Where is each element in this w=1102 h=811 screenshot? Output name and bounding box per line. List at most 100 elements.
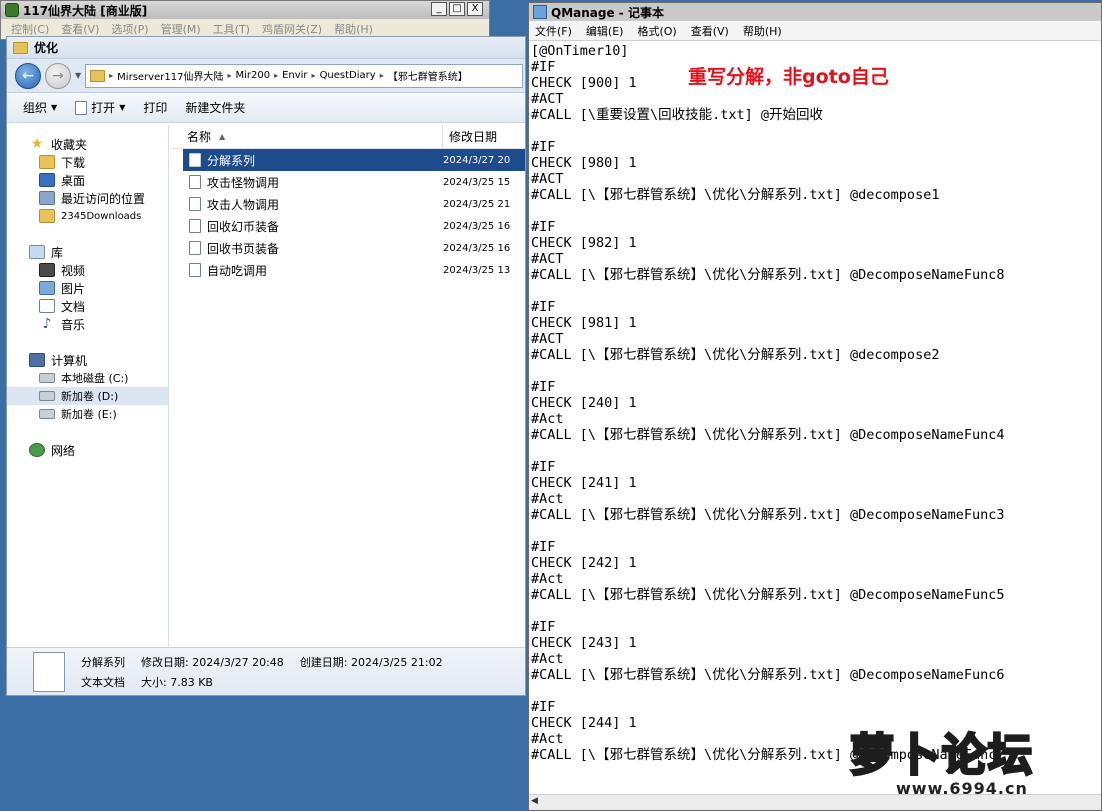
- text-line: #IF: [531, 699, 556, 715]
- nav-recent[interactable]: 最近访问的位置: [7, 189, 168, 207]
- breadcrumb-item[interactable]: 【邪七群管系统】: [388, 68, 468, 83]
- forward-button[interactable]: →: [45, 62, 71, 89]
- explorer-toolbar: 组织 ▼ 打开 ▼ 打印 新建文件夹: [7, 93, 525, 123]
- nav-drive-c[interactable]: 本地磁盘 (C:): [7, 369, 168, 387]
- text-line: #IF: [531, 219, 556, 235]
- nav-network[interactable]: 网络: [7, 441, 168, 459]
- new-folder-button[interactable]: 新建文件夹: [185, 99, 245, 116]
- nav-drive-e[interactable]: 新加卷 (E:): [7, 405, 168, 423]
- text-file-icon: [189, 241, 201, 255]
- menu-edit[interactable]: 编辑(E): [586, 23, 624, 39]
- text-line: #IF: [531, 459, 556, 475]
- nav-pictures[interactable]: 图片: [7, 279, 168, 297]
- notepad-titlebar[interactable]: QManage - 记事本: [529, 3, 1101, 21]
- chevron-down-icon: ▼: [119, 103, 126, 112]
- notepad-text-area[interactable]: [@OnTimer10] #IF CHECK [900] 1 #ACT #CALL [\…: [531, 43, 1101, 793]
- file-row[interactable]: 自动吃调用 2024/3/25 13: [183, 259, 525, 281]
- breadcrumb-item[interactable]: Mirserver117仙界大陆: [117, 68, 223, 83]
- nav-drive-d[interactable]: 新加卷 (D:): [7, 387, 168, 405]
- menu-tools[interactable]: 工具(T): [213, 21, 250, 37]
- nav-desktop[interactable]: 桌面: [7, 171, 168, 189]
- back-button[interactable]: ←: [15, 62, 41, 89]
- file-row[interactable]: 攻击人物调用 2024/3/25 21: [183, 193, 525, 215]
- text-line: #Act: [531, 571, 564, 587]
- star-icon: ★: [30, 136, 44, 152]
- file-row[interactable]: 回收书页装备 2024/3/25 16: [183, 237, 525, 259]
- maximize-button[interactable]: □: [449, 2, 465, 16]
- chevron-down-icon[interactable]: ▼: [75, 71, 81, 80]
- close-button[interactable]: X: [467, 2, 483, 16]
- nav-label: 下载: [61, 155, 86, 170]
- nav-2345downloads[interactable]: 2345Downloads: [7, 207, 168, 225]
- minimize-button[interactable]: _: [431, 2, 447, 16]
- menu-file[interactable]: 文件(F): [535, 23, 572, 39]
- nav-label: 收藏夹: [51, 137, 88, 152]
- nav-label: 网络: [51, 443, 76, 458]
- explorer-titlebar[interactable]: 优化: [7, 37, 525, 59]
- nav-computer[interactable]: 计算机: [7, 351, 168, 369]
- file-list-header: 名称 ▲ 修改日期: [171, 125, 525, 149]
- organize-button[interactable]: 组织 ▼: [23, 99, 57, 116]
- nav-videos[interactable]: 视频: [7, 261, 168, 279]
- nav-library[interactable]: 库: [7, 243, 168, 261]
- column-label: 名称: [187, 130, 212, 144]
- file-row[interactable]: 分解系列 2024/3/27 20: [183, 149, 525, 171]
- nav-music[interactable]: ♪ 音乐: [7, 315, 168, 333]
- text-line: [531, 203, 1101, 219]
- nav-label: 新加卷 (D:): [61, 390, 119, 403]
- text-line: CHECK [241] 1: [531, 475, 637, 491]
- folder-icon: [90, 69, 106, 82]
- nav-downloads[interactable]: 下载: [7, 153, 168, 171]
- breadcrumb-item[interactable]: Mir200: [235, 70, 270, 81]
- drive-icon: [39, 409, 55, 419]
- file-date: 2024/3/25 15: [443, 176, 511, 188]
- breadcrumb-item[interactable]: QuestDiary: [320, 70, 376, 81]
- game-titlebar[interactable]: 117仙界大陆 [商业版] _ □ X: [1, 1, 489, 19]
- file-name: 回收幻币装备: [207, 219, 280, 234]
- column-header-name[interactable]: 名称 ▲: [171, 125, 443, 148]
- document-icon: [39, 299, 55, 313]
- menu-options[interactable]: 选项(P): [111, 21, 148, 37]
- nav-label: 本地磁盘 (C:): [61, 372, 129, 385]
- document-icon: [75, 100, 88, 115]
- text-file-icon: [33, 651, 65, 692]
- text-line: #IF: [531, 139, 556, 155]
- game-window: 117仙界大陆 [商业版] _ □ X 控制(C) 查看(V) 选项(P) 管理…: [0, 0, 490, 40]
- menu-view[interactable]: 查看(V): [61, 21, 99, 37]
- nav-label: 计算机: [51, 353, 88, 368]
- menu-gateway[interactable]: 鸡盾网关(Z): [262, 21, 322, 37]
- menu-view[interactable]: 查看(V): [691, 23, 729, 39]
- menu-help[interactable]: 帮助(H): [743, 23, 782, 39]
- nav-favorites[interactable]: ★ 收藏夹: [7, 135, 168, 153]
- text-line: #CALL [\【邪七群管系统】\优化\分解系列.txt] @Decompose…: [531, 427, 1005, 443]
- text-line: #ACT: [531, 251, 564, 267]
- column-header-date[interactable]: 修改日期: [443, 125, 525, 148]
- file-row[interactable]: 攻击怪物调用 2024/3/25 15: [183, 171, 525, 193]
- menu-format[interactable]: 格式(O): [637, 23, 676, 39]
- menu-control[interactable]: 控制(C): [11, 21, 49, 37]
- folder-icon: [13, 41, 28, 54]
- text-file-icon: [189, 263, 201, 277]
- text-line: #IF: [531, 379, 556, 395]
- text-line: CHECK [982] 1: [531, 235, 637, 251]
- print-button[interactable]: 打印: [143, 99, 167, 116]
- text-line: #ACT: [531, 91, 564, 107]
- menu-manage[interactable]: 管理(M): [161, 21, 201, 37]
- menu-help[interactable]: 帮助(H): [334, 21, 373, 37]
- video-icon: [39, 263, 55, 277]
- folder-icon: [39, 155, 55, 169]
- open-button[interactable]: 打开 ▼: [75, 99, 125, 116]
- file-row[interactable]: 回收幻币装备 2024/3/25 16: [183, 215, 525, 237]
- sort-up-icon: ▲: [219, 132, 226, 141]
- text-line: #Act: [531, 491, 564, 507]
- text-line: #CALL [\【邪七群管系统】\优化\分解系列.txt] @Decompose…: [531, 587, 1005, 603]
- drive-icon: [39, 373, 55, 383]
- computer-icon: [29, 353, 45, 367]
- address-bar[interactable]: ▸ Mirserver117仙界大陆 ▸ Mir200 ▸ Envir ▸ Qu…: [85, 63, 523, 88]
- nav-documents[interactable]: 文档: [7, 297, 168, 315]
- chevron-left-icon[interactable]: ◀: [531, 796, 538, 806]
- breadcrumb-item[interactable]: Envir: [282, 70, 307, 81]
- text-line: [531, 443, 1101, 459]
- text-line: CHECK [243] 1: [531, 635, 637, 651]
- text-line: #CALL [\重要设置\回收技能.txt] @开始回收: [531, 107, 824, 123]
